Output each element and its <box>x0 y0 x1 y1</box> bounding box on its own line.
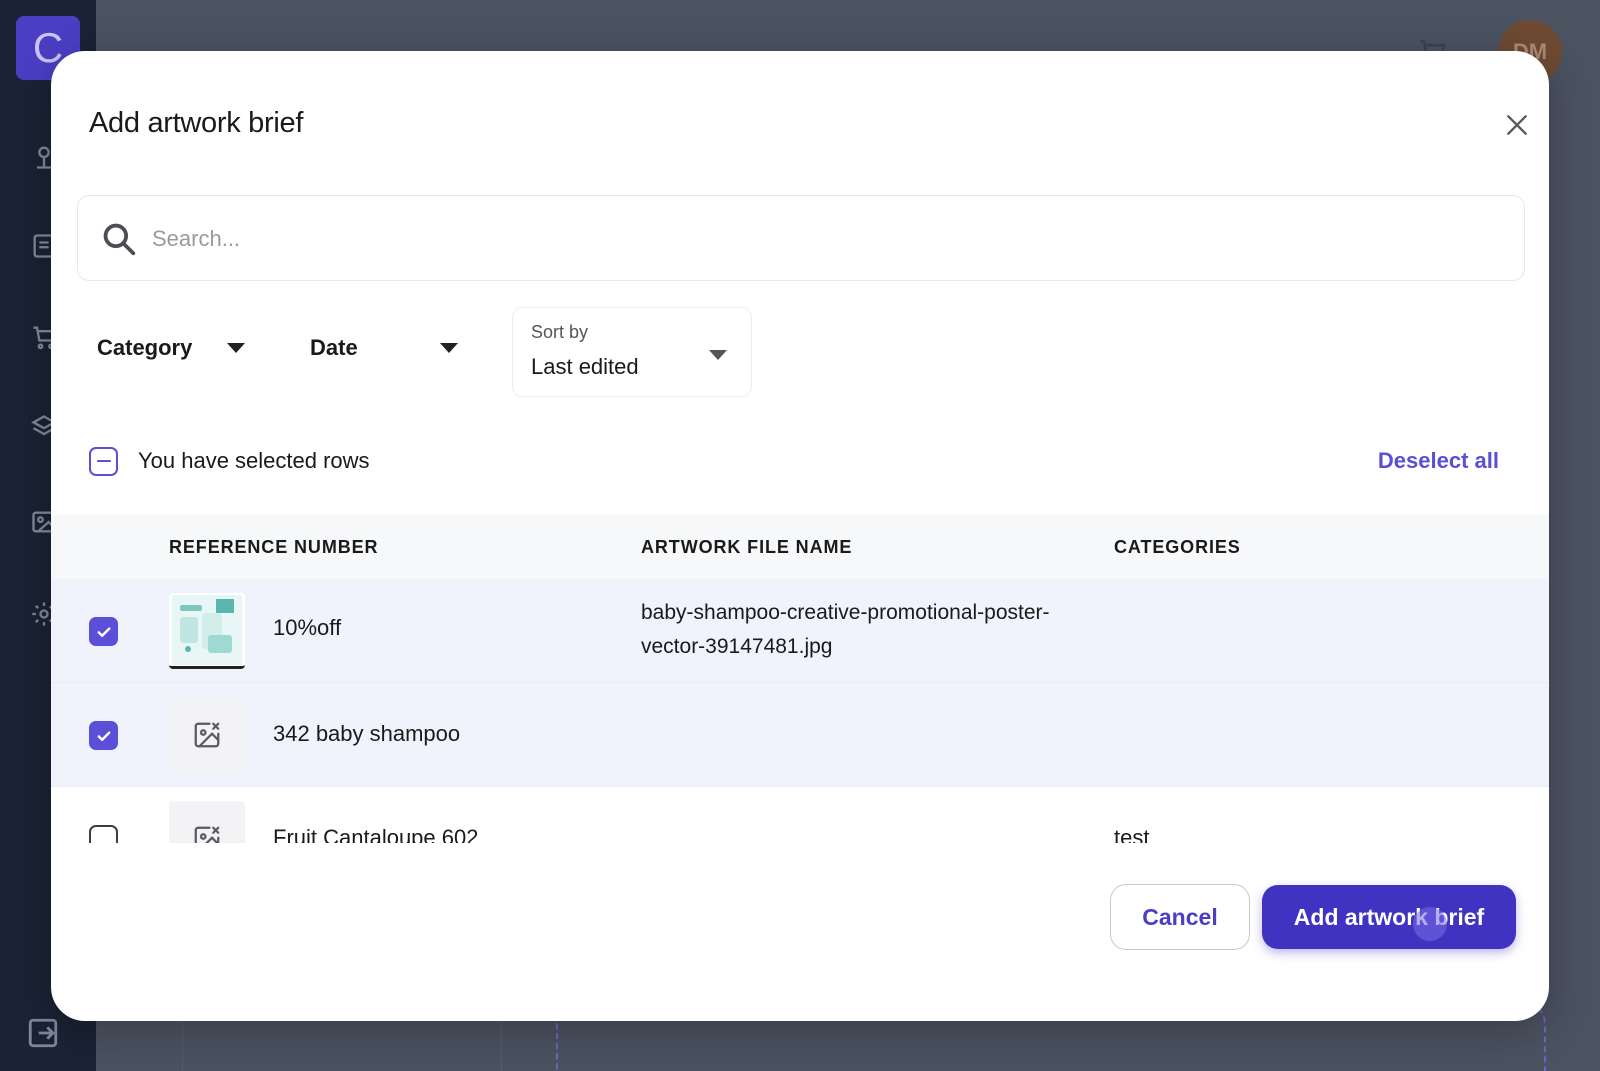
add-artwork-brief-button[interactable]: Add artwork brief <box>1262 885 1516 949</box>
table-row[interactable]: 10%off baby-shampoo-creative-promotional… <box>51 579 1549 683</box>
date-filter-label: Date <box>310 335 358 360</box>
reference-number: 10%off <box>273 615 342 640</box>
table-header: REFERENCE NUMBER ARTWORK FILE NAME CATEG… <box>51 515 1549 579</box>
checkmark-icon <box>97 730 110 741</box>
image-missing-icon <box>194 722 220 748</box>
search-box[interactable] <box>77 195 1525 281</box>
artwork-thumbnail[interactable] <box>169 801 245 843</box>
reference-number: Fruit Cantaloupe 602 <box>273 825 479 843</box>
checkmark-icon <box>97 626 110 637</box>
logout-icon[interactable] <box>26 1016 60 1050</box>
sort-select[interactable]: Sort by Last edited <box>512 307 752 397</box>
shampoo-poster-image <box>172 594 242 665</box>
selection-text: You have selected rows <box>138 448 370 473</box>
deselect-all-link[interactable]: Deselect all <box>1378 448 1499 474</box>
row-checkbox[interactable] <box>89 721 118 750</box>
artwork-file-name: baby-shampoo-creative-promotional-poster… <box>641 601 1050 658</box>
artwork-thumbnail[interactable] <box>169 593 245 669</box>
sort-label: Sort by <box>531 322 589 342</box>
column-header-categories[interactable]: CATEGORIES <box>1114 537 1241 558</box>
modal-title: Add artwork brief <box>89 107 304 139</box>
select-all-checkbox[interactable] <box>89 446 118 476</box>
reference-number: 342 baby shampoo <box>273 721 461 746</box>
image-missing-icon <box>194 826 220 843</box>
chevron-down-icon <box>227 343 245 353</box>
row-checkbox[interactable] <box>89 825 118 843</box>
cancel-button[interactable]: Cancel <box>1110 884 1250 950</box>
column-header-reference[interactable]: REFERENCE NUMBER <box>169 537 378 558</box>
category: test <box>1114 825 1150 843</box>
close-icon <box>1507 115 1527 135</box>
table-row[interactable]: 342 baby shampoo <box>51 683 1549 787</box>
artwork-thumbnail[interactable] <box>169 697 245 773</box>
category-filter-label: Category <box>97 335 193 360</box>
chevron-down-icon <box>440 343 458 353</box>
search-input[interactable] <box>152 216 1492 262</box>
selection-bar: You have selected rows Deselect all <box>89 441 1499 481</box>
chevron-down-icon <box>709 350 727 360</box>
table-row[interactable]: Fruit Cantaloupe 602 test <box>51 787 1549 843</box>
artwork-table: REFERENCE NUMBER ARTWORK FILE NAME CATEG… <box>51 515 1549 843</box>
row-checkbox[interactable] <box>89 617 118 646</box>
add-artwork-brief-modal: Add artwork brief Category Date Sort by … <box>51 51 1549 1021</box>
search-icon <box>103 223 136 256</box>
date-filter[interactable]: Date <box>310 323 458 373</box>
column-header-file-name[interactable]: ARTWORK FILE NAME <box>641 537 852 558</box>
sort-value: Last edited <box>531 354 639 379</box>
category-filter[interactable]: Category <box>97 323 245 373</box>
close-button[interactable] <box>1499 107 1535 143</box>
